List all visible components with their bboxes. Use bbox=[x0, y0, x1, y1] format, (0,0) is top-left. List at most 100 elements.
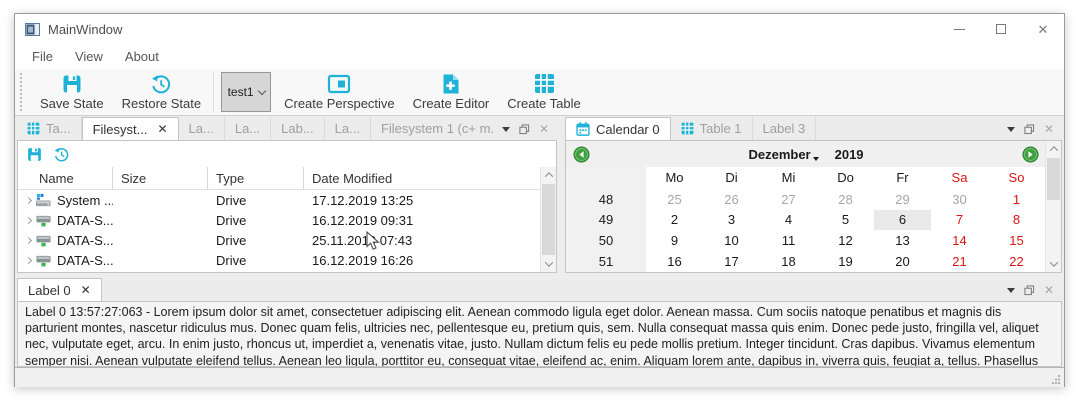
tab-close-icon[interactable]: ✕ bbox=[157, 122, 167, 136]
save-state-button[interactable]: Save State bbox=[31, 70, 113, 114]
maximize-button[interactable] bbox=[980, 14, 1022, 44]
day-cell[interactable]: 26 bbox=[703, 189, 760, 210]
minimize-button[interactable] bbox=[938, 14, 980, 44]
close-dock-icon[interactable]: ✕ bbox=[539, 123, 549, 135]
table-row[interactable]: DATA-S... Drive 16.12.2019 16:26 bbox=[18, 250, 556, 270]
tab-label-3[interactable]: Label 3 bbox=[753, 117, 817, 140]
day-cell[interactable]: 9 bbox=[646, 230, 703, 251]
table-row[interactable]: DATA-S... Drive 25.11.2019 07:43 bbox=[18, 230, 556, 250]
day-cell[interactable]: 25 bbox=[646, 189, 703, 210]
day-cell[interactable]: 20 bbox=[874, 251, 931, 272]
week-number: 51 bbox=[566, 251, 646, 272]
day-cell[interactable]: 16 bbox=[646, 251, 703, 272]
expander-icon[interactable] bbox=[26, 218, 31, 223]
day-cell[interactable]: 15 bbox=[988, 230, 1045, 251]
scroll-up-icon[interactable] bbox=[1046, 141, 1061, 157]
column-date-modified[interactable]: Date Modified bbox=[304, 167, 556, 189]
next-month-icon[interactable] bbox=[1022, 146, 1039, 163]
tab-table-0[interactable]: Ta... bbox=[17, 117, 82, 140]
year-spinner[interactable]: 2019 bbox=[835, 147, 864, 162]
tab-label-0c[interactable]: Lab... bbox=[271, 117, 325, 140]
day-cell[interactable]: 30 bbox=[931, 189, 988, 210]
restore-icon[interactable] bbox=[54, 147, 69, 162]
table-row[interactable]: DATA-S... Drive 16.12.2019 09:31 bbox=[18, 210, 556, 230]
tab-overflow-icon[interactable] bbox=[1007, 288, 1015, 293]
day-cell[interactable]: 28 bbox=[817, 189, 874, 210]
tab-filesystem-1[interactable]: Filesystem 1 (c+ m... bbox=[371, 117, 512, 140]
day-cell[interactable]: 11 bbox=[760, 230, 817, 251]
day-cell[interactable]: 21 bbox=[931, 251, 988, 272]
column-type[interactable]: Type bbox=[208, 167, 304, 189]
day-cell[interactable]: 29 bbox=[874, 189, 931, 210]
tab-label-0a[interactable]: La... bbox=[179, 117, 225, 140]
tab-overflow-icon[interactable] bbox=[1007, 127, 1015, 132]
left-dock: Ta... Filesyst... ✕ La... La... Lab... L… bbox=[17, 117, 557, 273]
expander-icon[interactable] bbox=[26, 238, 31, 243]
restore-state-button[interactable]: Restore State bbox=[113, 70, 211, 114]
close-dock-icon[interactable]: ✕ bbox=[1044, 284, 1054, 296]
filesystem-header[interactable]: Name Size Type Date Modified bbox=[18, 167, 556, 190]
toolbar-drag-handle[interactable] bbox=[20, 73, 25, 111]
tab-calendar-0[interactable]: Calendar 0 bbox=[565, 117, 671, 141]
tab-label-0d[interactable]: La... bbox=[325, 117, 371, 140]
tab-table-1[interactable]: Table 1 bbox=[671, 117, 753, 140]
day-cell[interactable]: 19 bbox=[817, 251, 874, 272]
day-cell[interactable]: 27 bbox=[760, 189, 817, 210]
scrollbar-thumb[interactable] bbox=[542, 184, 555, 255]
day-cell[interactable]: 1 bbox=[988, 189, 1045, 210]
tab-label: Lab... bbox=[281, 121, 314, 136]
day-header: So bbox=[988, 167, 1045, 189]
expander-icon[interactable] bbox=[26, 258, 31, 263]
create-editor-button[interactable]: Create Editor bbox=[404, 70, 499, 114]
day-cell[interactable]: 2 bbox=[646, 210, 703, 231]
day-cell[interactable]: 5 bbox=[817, 210, 874, 231]
scroll-up-icon[interactable] bbox=[541, 167, 556, 183]
float-dock-icon[interactable] bbox=[1024, 285, 1035, 296]
create-perspective-button[interactable]: Create Perspective bbox=[275, 70, 404, 114]
day-cell[interactable]: 17 bbox=[703, 251, 760, 272]
scroll-down-icon[interactable] bbox=[1046, 256, 1061, 272]
day-cell[interactable]: 8 bbox=[988, 210, 1045, 231]
day-cell[interactable]: 18 bbox=[760, 251, 817, 272]
tab-filesystem-0[interactable]: Filesyst... ✕ bbox=[82, 117, 179, 141]
column-name[interactable]: Name bbox=[18, 167, 113, 189]
day-cell[interactable]: 7 bbox=[931, 210, 988, 231]
create-perspective-label: Create Perspective bbox=[284, 96, 395, 111]
tab-label-0[interactable]: Label 0 ✕ bbox=[17, 278, 102, 302]
day-cell[interactable]: 14 bbox=[931, 230, 988, 251]
tab-label-0b[interactable]: La... bbox=[225, 117, 271, 140]
tab-label: La... bbox=[189, 121, 214, 136]
close-dock-icon[interactable]: ✕ bbox=[1044, 123, 1054, 135]
expander-icon[interactable] bbox=[26, 198, 31, 203]
day-cell[interactable]: 4 bbox=[760, 210, 817, 231]
day-cell[interactable]: 13 bbox=[874, 230, 931, 251]
month-dropdown[interactable]: Dezember bbox=[748, 147, 818, 162]
calendar-scrollbar[interactable] bbox=[1045, 141, 1061, 272]
day-cell-selected[interactable]: 6 bbox=[874, 210, 931, 231]
title-bar[interactable]: MainWindow ✕ bbox=[15, 14, 1064, 44]
tab-close-icon[interactable]: ✕ bbox=[81, 283, 91, 297]
prev-month-icon[interactable] bbox=[573, 146, 590, 163]
menu-about[interactable]: About bbox=[114, 49, 170, 64]
table-row[interactable]: System ... Drive 17.12.2019 13:25 bbox=[18, 190, 556, 210]
day-cell[interactable]: 22 bbox=[988, 251, 1045, 272]
scrollbar-thumb[interactable] bbox=[1047, 158, 1060, 200]
day-cell[interactable]: 12 bbox=[817, 230, 874, 251]
float-dock-icon[interactable] bbox=[1024, 124, 1035, 135]
save-icon[interactable] bbox=[27, 147, 42, 162]
perspective-combo[interactable]: test1 bbox=[221, 72, 271, 112]
tab-overflow-icon[interactable] bbox=[502, 127, 510, 132]
menu-file[interactable]: File bbox=[21, 49, 64, 64]
scroll-down-icon[interactable] bbox=[541, 256, 556, 272]
float-dock-icon[interactable] bbox=[519, 124, 530, 135]
create-table-button[interactable]: Create Table bbox=[498, 70, 589, 114]
menu-view[interactable]: View bbox=[64, 49, 114, 64]
resize-grip-icon[interactable] bbox=[1051, 374, 1061, 384]
day-cell[interactable]: 10 bbox=[703, 230, 760, 251]
close-button[interactable]: ✕ bbox=[1022, 14, 1064, 44]
column-size[interactable]: Size bbox=[113, 167, 208, 189]
day-cell[interactable]: 3 bbox=[703, 210, 760, 231]
vertical-splitter[interactable] bbox=[557, 117, 565, 273]
filesystem-scrollbar[interactable] bbox=[540, 167, 556, 272]
calendar-week-row: 49 2 3 4 5 6 7 8 bbox=[566, 210, 1045, 231]
